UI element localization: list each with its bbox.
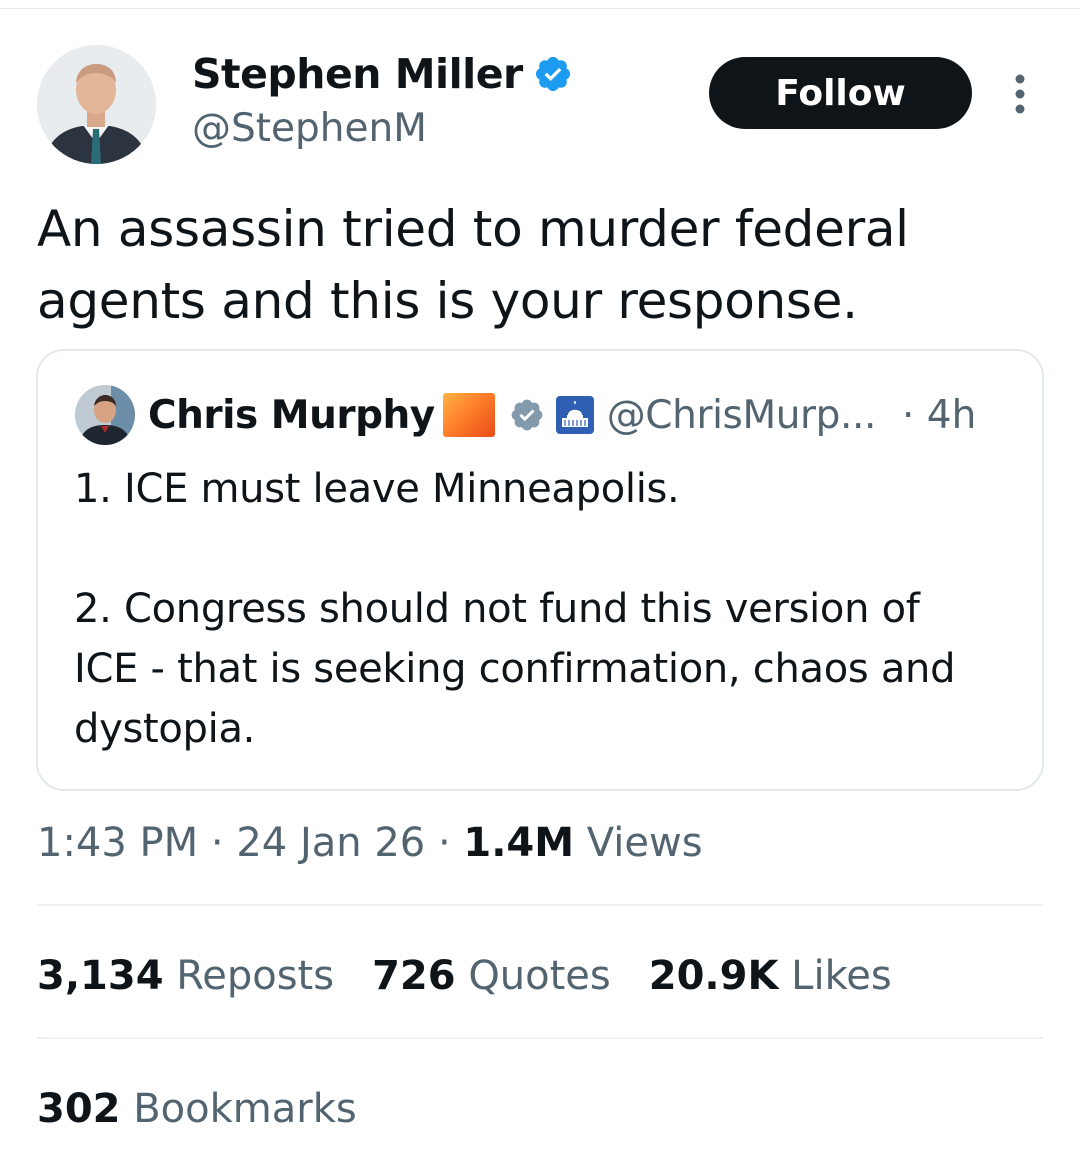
quoted-tweet-text: 1. ICE must leave Minneapolis. 2. Congre…: [74, 466, 956, 752]
reposts-label: Reposts: [176, 953, 335, 999]
avatar-photo-image: [37, 45, 156, 164]
engagement-stats-row: 3,134 Reposts 726 Quotes 20.9K Likes: [37, 950, 930, 1002]
follow-button[interactable]: Follow: [709, 57, 972, 129]
views-label: Views: [586, 820, 703, 866]
quoted-author-handle[interactable]: @ChrisMurp...: [607, 393, 877, 438]
bookmarks-stat[interactable]: 302 Bookmarks: [37, 1083, 357, 1135]
bookmarks-count: 302: [37, 1086, 121, 1132]
author-handle[interactable]: @StephenM: [192, 106, 427, 152]
meta-separator: ·: [210, 820, 224, 866]
tweet-detail-page: Stephen Miller @StephenM Follow An assas…: [0, 0, 1080, 1152]
views-count: 1.4M: [463, 820, 575, 866]
likes-count: 20.9K: [648, 953, 779, 999]
quoted-tweet-header: Chris Murphy @ChrisMurp... · 4h: [148, 389, 976, 441]
quotes-label: Quotes: [468, 953, 611, 999]
orange-square-emoji-icon: [442, 393, 495, 437]
tweet-time[interactable]: 1:43 PM: [37, 820, 198, 866]
quoted-tweet-time[interactable]: · 4h: [902, 393, 976, 438]
tweet-date[interactable]: 24 Jan 26: [236, 820, 425, 866]
quoted-author-name[interactable]: Chris Murphy: [148, 393, 435, 438]
author-display-name[interactable]: Stephen Miller: [192, 50, 523, 98]
quotes-count: 726: [372, 953, 456, 999]
reposts-count: 3,134: [37, 953, 164, 999]
meta-separator: ·: [437, 820, 451, 866]
gov-verified-badge-icon[interactable]: [509, 397, 545, 433]
likes-label: Likes: [791, 953, 892, 999]
author-name-row: Stephen Miller: [192, 50, 573, 98]
tweet-meta-row: 1:43 PM · 24 Jan 26 · 1.4M Views: [37, 818, 703, 868]
quotes-stat[interactable]: 726 Quotes: [372, 950, 611, 1002]
top-divider: [0, 8, 1080, 9]
quoted-avatar-photo: [75, 385, 135, 445]
quoted-tweet-card[interactable]: Chris Murphy @ChrisMurp... · 4h 1. ICE m…: [36, 349, 1044, 791]
reposts-stat[interactable]: 3,134 Reposts: [37, 950, 334, 1002]
more-vertical-icon[interactable]: [1005, 72, 1035, 116]
author-avatar[interactable]: [37, 45, 156, 164]
verified-badge-icon[interactable]: [533, 54, 573, 94]
quoted-author-avatar[interactable]: [75, 385, 135, 445]
likes-stat[interactable]: 20.9K Likes: [649, 950, 892, 1002]
divider: [37, 1037, 1043, 1039]
capitol-building-icon: [555, 396, 594, 434]
tweet-text: An assassin tried to murder federal agen…: [37, 200, 909, 330]
divider: [37, 904, 1043, 906]
bookmarks-label: Bookmarks: [133, 1086, 357, 1132]
